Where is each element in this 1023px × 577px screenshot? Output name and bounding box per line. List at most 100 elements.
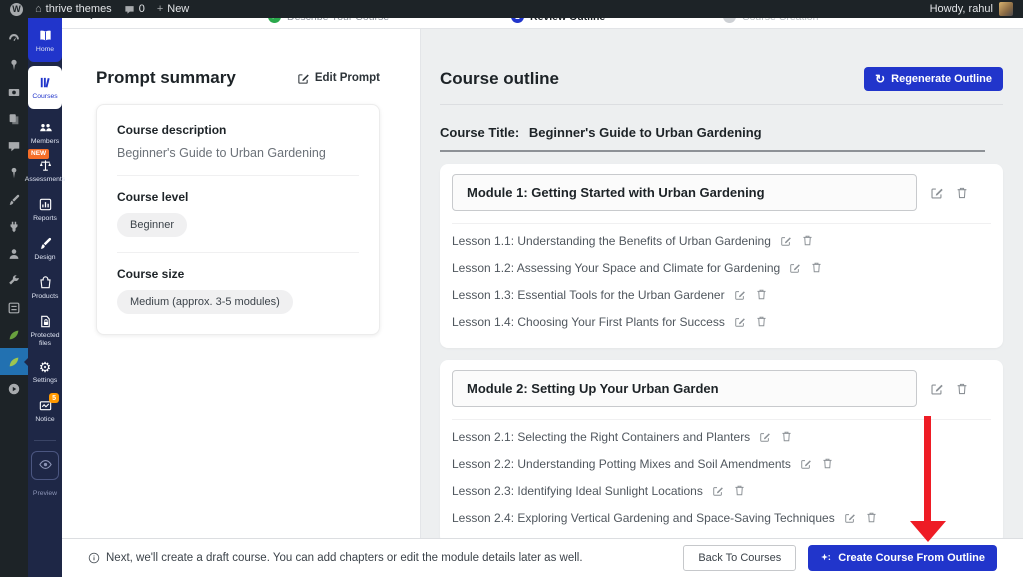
design-brush-icon — [40, 237, 51, 249]
course-description-label: Course description — [117, 123, 227, 137]
library-icon — [40, 77, 50, 88]
sidebar-item-courses[interactable]: Courses — [28, 65, 62, 109]
wordpress-logo-icon[interactable]: W — [10, 2, 23, 16]
howdy-user[interactable]: Howdy, rahul — [930, 3, 993, 15]
comment-bubble-icon — [125, 5, 134, 14]
edit-lesson-icon[interactable] — [734, 289, 746, 301]
dashboard-icon[interactable] — [0, 24, 28, 51]
edit-icon — [298, 73, 309, 84]
thrive-apprentice-active-icon[interactable] — [0, 348, 29, 375]
plus-icon: + — [156, 2, 164, 15]
wp-admin-bar: W ⌂ thrive themes 0 + New Howdy, rahul — [0, 0, 1023, 18]
assessments-scale-icon — [39, 160, 51, 172]
lesson-title: Lesson 1.4: Choosing Your First Plants f… — [452, 314, 725, 329]
lesson-row: Lesson 1.2: Assessing Your Space and Cli… — [452, 254, 991, 281]
prompt-summary-panel: Prompt summary Edit Prompt Course descri… — [62, 28, 421, 538]
divider — [440, 104, 1003, 105]
lesson-row: Lesson 2.1: Selecting the Right Containe… — [452, 423, 991, 450]
edit-module-icon[interactable] — [930, 186, 944, 200]
delete-lesson-icon[interactable] — [801, 234, 814, 247]
red-annotation-arrow-head — [910, 521, 946, 542]
edit-prompt-button[interactable]: Edit Prompt — [297, 72, 380, 85]
course-title-field[interactable]: Course Title: Beginner's Guide to Urban … — [440, 125, 985, 152]
media-icon[interactable] — [0, 78, 28, 105]
app-window: ‹ ✓ Describe Your Course 2 Review Outlin… — [0, 0, 1023, 577]
appearance-brush-icon[interactable] — [0, 186, 28, 213]
course-level-pill: Beginner — [117, 213, 188, 237]
red-annotation-arrow — [924, 416, 931, 522]
delete-module-icon[interactable] — [955, 186, 969, 200]
delete-lesson-icon[interactable] — [733, 484, 746, 497]
new-badge: NEW — [28, 149, 50, 159]
regenerate-outline-button[interactable]: ↻ Regenerate Outline — [864, 67, 1003, 91]
divider — [117, 252, 359, 253]
settings-sliders-icon[interactable] — [0, 294, 28, 321]
lesson-row: Lesson 1.4: Choosing Your First Plants f… — [452, 308, 991, 335]
sidebar-item-assessments[interactable]: NEW Assessments — [25, 149, 65, 190]
edit-lesson-icon[interactable] — [712, 485, 724, 497]
new-content-button[interactable]: + New — [157, 3, 189, 15]
sidebar-item-settings[interactable]: ⚙ Settings — [28, 353, 62, 391]
pages-icon[interactable] — [0, 105, 28, 132]
plugins-icon[interactable] — [0, 213, 28, 240]
course-outline-panel: Course outline ↻ Regenerate Outline Cour… — [420, 28, 1023, 538]
sidebar-item-design[interactable]: Design — [28, 229, 62, 268]
reports-chart-icon — [39, 199, 51, 211]
protected-file-lock-icon — [40, 315, 50, 327]
site-link[interactable]: ⌂ thrive themes — [35, 3, 112, 15]
back-to-courses-button[interactable]: Back To Courses — [683, 545, 797, 571]
posts-pin-icon[interactable] — [0, 51, 28, 78]
module-card: Module 1: Getting Started with Urban Gar… — [440, 164, 1003, 348]
delete-lesson-icon[interactable] — [755, 288, 768, 301]
thrive-leaf-icon[interactable] — [0, 321, 28, 348]
sidebar-item-members[interactable]: Members — [28, 113, 62, 152]
module-title-box[interactable]: Module 1: Getting Started with Urban Gar… — [452, 174, 917, 211]
users-icon[interactable] — [0, 240, 28, 267]
edit-lesson-icon[interactable] — [780, 235, 792, 247]
lesson-title: Lesson 2.1: Selecting the Right Containe… — [452, 429, 751, 444]
comments-icon[interactable] — [0, 132, 28, 159]
edit-lesson-icon[interactable] — [844, 512, 856, 524]
lesson-row: Lesson 2.2: Understanding Potting Mixes … — [452, 450, 991, 477]
pin-icon[interactable] — [0, 159, 28, 186]
book-icon — [39, 30, 51, 41]
create-course-button[interactable]: Create Course From Outline — [808, 545, 997, 571]
delete-lesson-icon[interactable] — [780, 430, 793, 443]
tools-wrench-icon[interactable] — [0, 267, 28, 294]
gear-icon: ⚙ — [38, 359, 52, 376]
divider — [117, 175, 359, 176]
edit-lesson-icon[interactable] — [800, 458, 812, 470]
products-bag-icon — [39, 276, 51, 289]
prompt-summary-card: Course description Beginner's Guide to U… — [96, 104, 380, 335]
lesson-title: Lesson 1.2: Assessing Your Space and Cli… — [452, 260, 781, 275]
delete-lesson-icon[interactable] — [865, 511, 878, 524]
sidebar-item-preview[interactable]: Preview — [28, 449, 62, 504]
sidebar-item-reports[interactable]: Reports — [28, 190, 62, 229]
lesson-row: Lesson 1.3: Essential Tools for the Urba… — [452, 281, 991, 308]
delete-lesson-icon[interactable] — [810, 261, 823, 274]
video-play-icon[interactable] — [0, 375, 28, 402]
sidebar-item-home[interactable]: Home — [28, 18, 62, 62]
module-card: Module 2: Setting Up Your Urban Garden L… — [440, 360, 1003, 538]
delete-lesson-icon[interactable] — [821, 457, 834, 470]
prompt-summary-title: Prompt summary — [96, 68, 236, 87]
edit-lesson-icon[interactable] — [759, 431, 771, 443]
lesson-row: Lesson 2.3: Identifying Ideal Sunlight L… — [452, 477, 991, 504]
sidebar-item-protected-files[interactable]: Protected files — [28, 307, 62, 354]
lesson-title: Lesson 1.3: Essential Tools for the Urba… — [452, 287, 725, 302]
edit-lesson-icon[interactable] — [734, 316, 746, 328]
sidebar-item-products[interactable]: Products — [28, 268, 62, 307]
wizard-footer: Next, we'll create a draft course. You c… — [62, 538, 1023, 577]
delete-lesson-icon[interactable] — [755, 315, 768, 328]
edit-lesson-icon[interactable] — [789, 262, 801, 274]
delete-module-icon[interactable] — [955, 382, 969, 396]
refresh-icon: ↻ — [875, 72, 886, 86]
sidebar-item-notice[interactable]: 5 Notice — [28, 391, 62, 430]
comments-counter[interactable]: 0 — [124, 3, 145, 15]
ai-sparkle-icon — [821, 553, 831, 561]
home-icon: ⌂ — [35, 2, 42, 15]
divider — [452, 223, 991, 224]
edit-module-icon[interactable] — [930, 382, 944, 396]
user-avatar[interactable] — [999, 2, 1013, 16]
module-title-box[interactable]: Module 2: Setting Up Your Urban Garden — [452, 370, 917, 407]
